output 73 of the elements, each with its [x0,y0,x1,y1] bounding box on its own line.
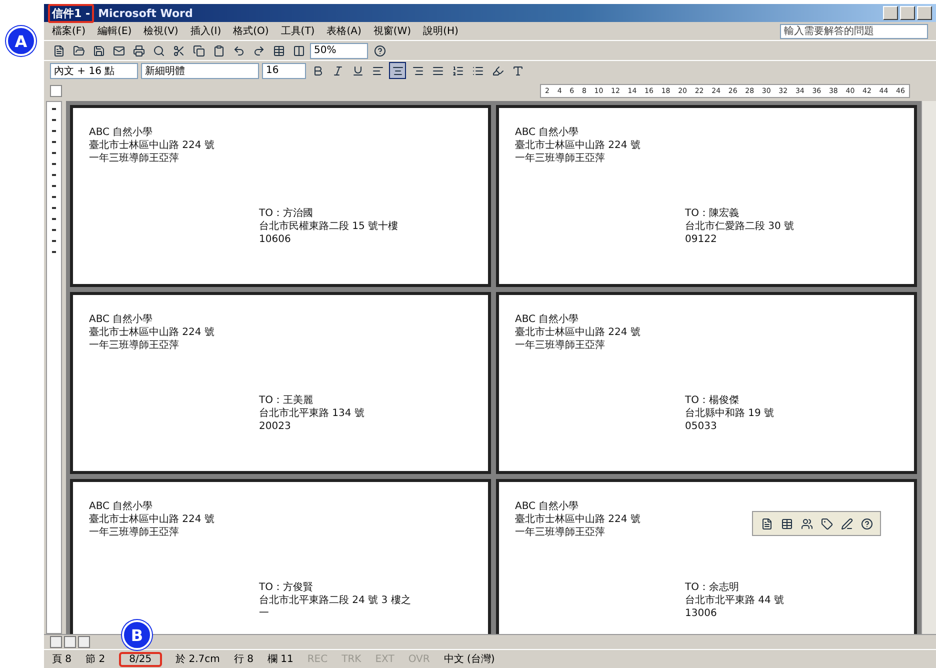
window-title: Microsoft Word [98,6,193,20]
recipient-line: TO：王美麗 [259,394,313,407]
sender-line: 一年三班導師王亞萍 [89,526,179,539]
font-size-combo[interactable]: 16 [262,62,306,78]
help-search-field[interactable]: 輸入需要解答的問題 [780,24,928,38]
sender-line: ABC 自然小學 [89,126,153,139]
align-icon[interactable] [389,62,406,79]
sender-line: 臺北市士林區中山路 224 號 [89,139,214,152]
recipient-line: 20023 [259,420,291,433]
recipient-line: 台北市北平東路 134 號 [259,407,364,420]
window-title-highlight: 信件1 - [48,4,94,22]
recipient-line: TO：方治國 [259,207,313,220]
recipient-line: 10606 [259,233,291,246]
recipient-line: 台北市北平東路二段 24 號 3 樓之 [259,594,411,607]
mode-indicator: EXT [375,654,394,664]
close-button[interactable] [917,6,932,20]
status-text: 欄 11 [267,652,294,666]
sender-line: 一年三班導師王亞萍 [89,339,179,352]
language-status: 中文 (台灣) [444,652,495,666]
status-text: 行 8 [234,653,254,666]
view-button[interactable] [64,636,76,648]
recipient-line: 09122 [685,233,717,246]
mode-indicator: REC [307,654,328,664]
sender-line: 臺北市士林區中山路 224 號 [515,326,640,339]
recipient-line: 13006 [685,607,717,620]
sender-line: 臺北市士林區中山路 224 號 [89,326,214,339]
mode-indicator: OVR [408,654,430,664]
menu-item[interactable]: 檢視(V) [144,24,178,38]
sender-line: ABC 自然小學 [515,313,579,326]
recipient-line: 台北市北平東路 44 號 [685,594,784,607]
vertical-scrollbar[interactable] [921,101,936,634]
sender-line: 一年三班導師王亞萍 [515,526,605,539]
recipient-line: 台北縣中和路 19 號 [685,407,774,420]
status-text: 頁 8 [52,653,72,666]
menu-item[interactable]: 編輯(E) [98,24,132,38]
menu-item[interactable]: 檔案(F) [52,24,86,38]
tab-selector[interactable] [50,85,62,97]
font-combo[interactable]: 新細明體 [141,62,259,78]
status-text: 節 2 [86,653,106,666]
recipient-line: TO：陳宏義 [685,207,739,220]
menu-item[interactable]: 說明(H) [423,24,458,38]
recipient-line: TO：楊俊傑 [685,394,739,407]
recipient-line: 台北市民權東路二段 15 號十樓 [259,220,398,233]
minimize-button[interactable] [883,6,898,20]
recipient-line: 台北市仁愛路二段 30 號 [685,220,794,233]
menu-item[interactable]: 表格(A) [326,24,362,38]
recipient-line: TO：余志明 [685,581,739,594]
style-combo[interactable]: 內文 + 16 點 [50,62,138,78]
sender-line: 一年三班導師王亞萍 [515,152,605,165]
zoom-combo[interactable]: 50% [310,42,368,58]
menu-item[interactable]: 格式(O) [233,24,269,38]
sender-line: ABC 自然小學 [515,126,579,139]
sender-line: ABC 自然小學 [89,313,153,326]
view-button[interactable] [78,636,90,648]
sender-line: 臺北市士林區中山路 224 號 [89,513,214,526]
sender-line: 一年三班導師王亞萍 [515,339,605,352]
sender-line: ABC 自然小學 [89,500,153,513]
menu-item[interactable]: 工具(T) [280,24,315,38]
menu-item[interactable]: 視窗(W) [373,24,412,38]
sender-line: ABC 自然小學 [515,500,579,513]
recipient-line: 一 [259,607,269,620]
sender-line: 臺北市士林區中山路 224 號 [515,139,640,152]
mode-indicator: TRK [342,654,362,664]
maximize-button[interactable] [900,6,915,20]
view-button[interactable] [50,636,62,648]
status-text: 於 2.7cm [176,652,220,666]
sender-line: 臺北市士林區中山路 224 號 [515,513,640,526]
recipient-line: TO：方俊賢 [259,581,313,594]
sender-line: 一年三班導師王亞萍 [89,152,179,165]
page-count-highlight: 8/25 [119,652,162,666]
annotation-badge: A [6,26,36,56]
recipient-line: 05033 [685,420,717,433]
menu-item[interactable]: 插入(I) [190,24,222,38]
